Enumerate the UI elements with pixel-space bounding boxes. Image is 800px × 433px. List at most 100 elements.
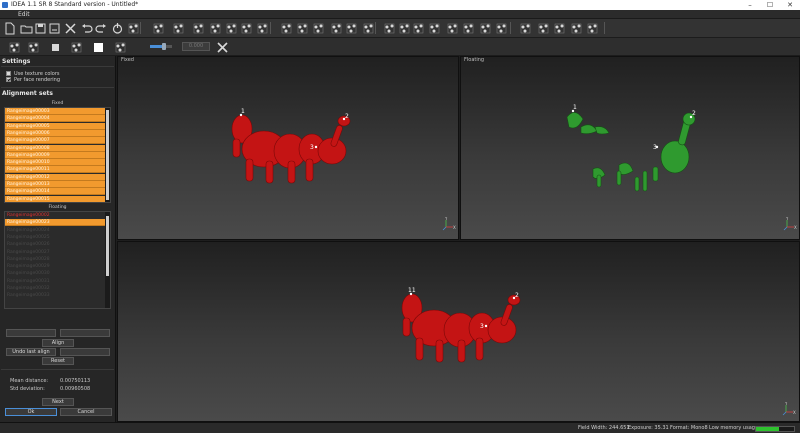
fixed-list-scrollbar[interactable] [105, 108, 110, 202]
square-solid-icon[interactable] [49, 41, 62, 54]
fixed-list-item[interactable]: Rangeimage00012 [5, 173, 106, 181]
mesh-icon[interactable] [209, 22, 222, 35]
redo-icon[interactable] [95, 22, 108, 35]
blank-button[interactable] [60, 329, 110, 337]
floating-list-item[interactable]: Rangeimage00024 [5, 227, 106, 234]
scatter-select-icon[interactable] [345, 22, 358, 35]
fixed-list-item[interactable]: Rangeimage00007 [5, 137, 106, 145]
cancel-button[interactable]: Cancel [60, 408, 112, 416]
grid-dots-icon[interactable] [280, 22, 293, 35]
fixed-viewport[interactable]: Fixed 1 2 3 YX [117, 56, 459, 240]
tools-icon[interactable] [216, 41, 229, 54]
floating-list-item[interactable]: Rangeimage00031 [5, 278, 106, 285]
fixed-list-item[interactable]: Rangeimage00011 [5, 166, 106, 174]
floating-list-item[interactable]: Rangeimage00028 [5, 256, 106, 263]
floating-list-item[interactable]: Rangeimage00026 [5, 241, 106, 248]
next-button[interactable]: Next [42, 398, 74, 406]
curve-icon[interactable] [398, 22, 411, 35]
scale-icon[interactable] [537, 22, 550, 35]
scroll-thumb[interactable] [106, 110, 109, 200]
mean-distance-value: 0.00750113 [60, 378, 91, 384]
per-face-rendering-checkbox[interactable] [6, 77, 11, 82]
result-viewport[interactable]: 11 2 3 YX [117, 241, 800, 422]
scroll-thumb[interactable] [106, 216, 109, 276]
memory-status: Low memory usage [709, 425, 759, 431]
network-icon[interactable] [240, 22, 253, 35]
save-icon[interactable] [34, 22, 47, 35]
axes-gizmo: YX [782, 402, 796, 416]
grid-select-icon[interactable] [312, 22, 325, 35]
floating-list-item[interactable]: Rangeimage00027 [5, 249, 106, 256]
floating-list-item[interactable]: Rangeimage00032 [5, 285, 106, 292]
opacity-slider[interactable] [150, 43, 172, 50]
fixed-list-item[interactable]: Rangeimage00003 [5, 108, 106, 115]
sphere-outline-icon[interactable] [192, 22, 205, 35]
floating-list[interactable]: Rangeimage00033 Rangeimage00032 Rangeimage… [4, 211, 111, 309]
slider-knob[interactable] [161, 43, 166, 50]
fixed-list-item[interactable]: Rangeimage00014 [5, 188, 106, 196]
dots-icon[interactable] [256, 22, 269, 35]
value-field[interactable]: 0.000 [182, 42, 210, 51]
floating-viewport[interactable]: Floating 1 2 3 YX [460, 56, 800, 240]
align-button[interactable]: Align [42, 339, 74, 347]
new-file-icon[interactable] [3, 22, 16, 35]
power-icon[interactable] [111, 22, 124, 35]
sphere-icon[interactable] [172, 22, 185, 35]
alignment-sets-title: Alignment sets [2, 90, 53, 97]
floating-list-item[interactable]: Rangeimage00029 [5, 263, 106, 270]
unlink-icon[interactable] [70, 41, 83, 54]
fixed-list-item[interactable]: Rangeimage00004 [5, 115, 106, 123]
floating-list-scrollbar[interactable] [105, 212, 110, 308]
triangle-flag-icon[interactable] [330, 22, 343, 35]
polygon-icon[interactable] [462, 22, 475, 35]
resize-icon[interactable] [586, 22, 599, 35]
floating-list-item[interactable]: Rangeimage00030 [5, 270, 106, 277]
rectangle-icon[interactable] [412, 22, 425, 35]
hook-icon[interactable] [383, 22, 396, 35]
floating-list-item[interactable]: Rangeimage00023 [5, 219, 106, 227]
close-icon[interactable]: ✕ [780, 0, 800, 10]
floating-list-item[interactable]: Rangeimage00033 [5, 292, 106, 299]
zoom-icon[interactable] [570, 22, 583, 35]
scatter-points-icon[interactable] [152, 22, 165, 35]
minimize-icon[interactable]: – [740, 0, 760, 10]
blank-button[interactable] [6, 329, 56, 337]
fixed-list-item[interactable]: Rangeimage00006 [5, 129, 106, 137]
use-texture-colors-checkbox[interactable] [6, 71, 11, 76]
fixed-list-item[interactable]: Rangeimage00009 [5, 151, 106, 159]
ellipse-icon[interactable] [428, 22, 441, 35]
blank-button[interactable] [60, 348, 110, 356]
point-label: 3 [310, 144, 314, 151]
fixed-list[interactable]: Rangeimage00015 Rangeimage00014 Rangeimage… [4, 107, 111, 203]
floating-list-item[interactable]: Rangeimage00025 [5, 234, 106, 241]
fixed-list-item[interactable]: Rangeimage00015 [5, 195, 106, 202]
reset-button[interactable]: Reset [42, 357, 74, 365]
pipe-icon[interactable] [225, 22, 238, 35]
ok-button[interactable]: Ok [5, 408, 57, 416]
settings-gear-icon[interactable] [8, 41, 21, 54]
lasso-icon[interactable] [446, 22, 459, 35]
window-icon[interactable] [519, 22, 532, 35]
square-white-icon[interactable] [92, 41, 105, 54]
save-as-icon[interactable] [48, 22, 61, 35]
flat-line-icon[interactable] [495, 22, 508, 35]
undo-icon[interactable] [80, 22, 93, 35]
plane-icon[interactable] [553, 22, 566, 35]
menu-edit[interactable]: Edit [18, 11, 30, 18]
fixed-list-item[interactable]: Rangeimage00010 [5, 159, 106, 167]
secondary-toolbar: 0.000 [0, 38, 800, 56]
split-line-icon[interactable] [479, 22, 492, 35]
delete-icon[interactable] [64, 22, 77, 35]
maximize-icon[interactable]: ☐ [760, 0, 780, 10]
fixed-list-item[interactable]: Rangeimage00008 [5, 144, 106, 152]
group-icon[interactable] [27, 41, 40, 54]
undo-last-align-button[interactable]: Undo last align [6, 348, 56, 356]
fixed-list-item[interactable]: Rangeimage00005 [5, 122, 106, 130]
floating-list-item[interactable]: Rangeimage00002 [5, 212, 106, 219]
grid-icon[interactable] [296, 22, 309, 35]
shield-check-icon[interactable] [114, 41, 127, 54]
eraser-icon[interactable] [127, 22, 140, 35]
connect-icon[interactable] [362, 22, 375, 35]
fixed-list-item[interactable]: Rangeimage00013 [5, 181, 106, 188]
open-folder-icon[interactable] [20, 22, 33, 35]
